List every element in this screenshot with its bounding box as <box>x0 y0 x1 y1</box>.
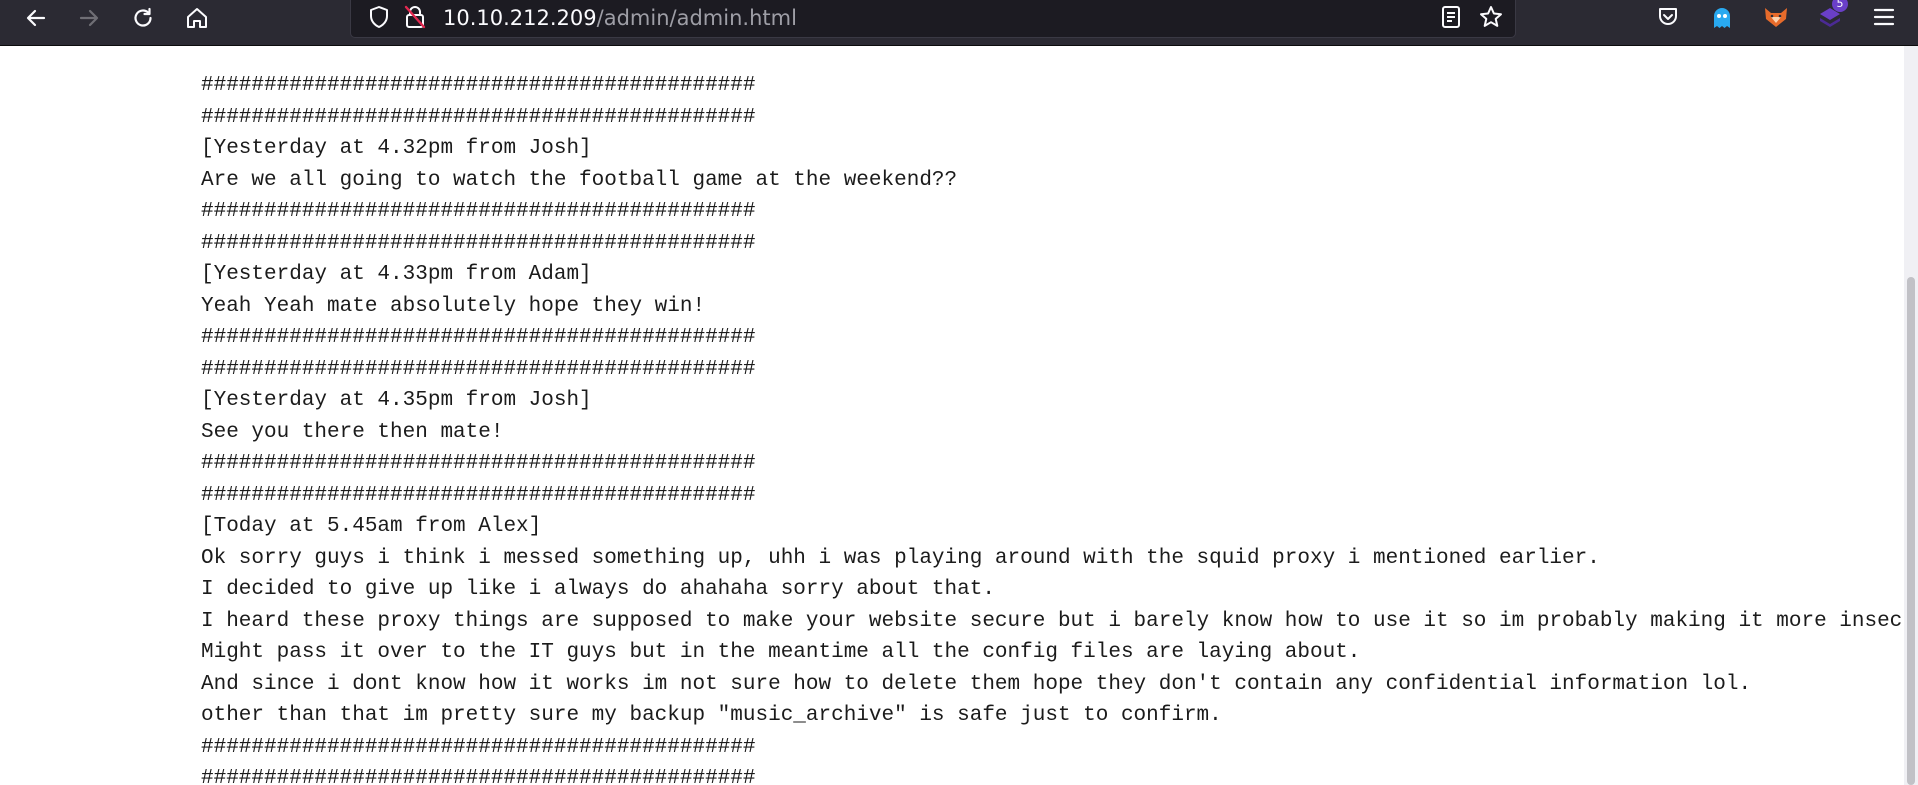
back-button[interactable] <box>14 0 58 36</box>
arrow-left-icon <box>26 9 46 27</box>
app-menu-button[interactable] <box>1864 0 1904 34</box>
scrollbar-thumb[interactable] <box>1907 277 1915 785</box>
hack-extension-button[interactable]: 5 <box>1810 0 1850 34</box>
url-path: /admin/admin.html <box>596 6 797 30</box>
extension-count-badge: 5 <box>1832 0 1848 12</box>
separator-line: ########################################… <box>201 357 756 381</box>
shield-icon <box>370 6 388 28</box>
hamburger-menu-icon <box>1873 8 1895 26</box>
ghost-extension-icon <box>1714 8 1730 28</box>
separator-line: ########################################… <box>201 452 756 475</box>
message-body: Are we all going to watch the football g… <box>201 168 958 192</box>
reader-view-button[interactable] <box>1431 0 1471 34</box>
message-header: [Today at 5.45am from Alex] <box>201 515 542 538</box>
separator-line: ########################################… <box>201 74 756 97</box>
message-header: [Yesterday at 4.32pm from Josh] <box>201 137 592 160</box>
vertical-scrollbar[interactable] <box>1904 46 1918 785</box>
address-bar[interactable]: 10.10.212.209/admin/admin.html <box>350 0 1516 38</box>
separator-line: ########################################… <box>201 767 756 785</box>
message-body: Yeah Yeah mate absolutely hope they win! <box>201 294 706 318</box>
fox-extension-button[interactable] <box>1756 0 1796 34</box>
separator-line: ########################################… <box>201 231 756 255</box>
bookmark-button[interactable] <box>1471 0 1511 34</box>
message-body: other than that im pretty sure my backup… <box>201 704 1222 727</box>
reload-button[interactable] <box>121 0 165 36</box>
pocket-button[interactable] <box>1648 0 1688 34</box>
admin-message-log: ########################################… <box>201 70 1918 785</box>
star-icon <box>1480 6 1502 27</box>
message-body: I decided to give up like i always do ah… <box>201 578 995 601</box>
message-header: [Yesterday at 4.35pm from Josh] <box>201 389 592 412</box>
separator-line: ########################################… <box>201 105 756 129</box>
tracking-protection-button[interactable] <box>359 0 399 34</box>
url-host: 10.10.212.209 <box>443 6 597 30</box>
home-icon <box>187 8 207 28</box>
message-body: Might pass it over to the IT guys but in… <box>201 641 1361 664</box>
reader-view-icon <box>1442 6 1460 28</box>
message-body: See you there then mate! <box>201 420 504 444</box>
browser-toolbar: 10.10.212.209/admin/admin.html 5 <box>0 0 1918 46</box>
page-content: ########################################… <box>0 46 1918 785</box>
message-body: Ok sorry guys i think i messed something… <box>201 546 1600 570</box>
message-body: And since i dont know how it works im no… <box>201 672 1752 696</box>
separator-line: ########################################… <box>201 200 756 223</box>
message-body: I heard these proxy things are supposed … <box>201 609 1918 633</box>
url-text[interactable]: 10.10.212.209/admin/admin.html <box>443 6 797 30</box>
site-info-button[interactable] <box>395 0 435 34</box>
separator-line: ########################################… <box>201 326 756 349</box>
arrow-right-icon <box>79 9 99 27</box>
separator-line: ########################################… <box>201 483 756 507</box>
message-header: [Yesterday at 4.33pm from Adam] <box>201 263 592 286</box>
lock-insecure-icon <box>404 5 426 29</box>
separator-line: ########################################… <box>201 735 756 759</box>
forward-button[interactable] <box>67 0 111 36</box>
ghost-extension-button[interactable] <box>1702 0 1742 34</box>
fox-extension-icon <box>1765 8 1787 27</box>
reload-icon <box>134 7 152 27</box>
pocket-icon <box>1659 8 1677 25</box>
home-button[interactable] <box>175 0 219 36</box>
